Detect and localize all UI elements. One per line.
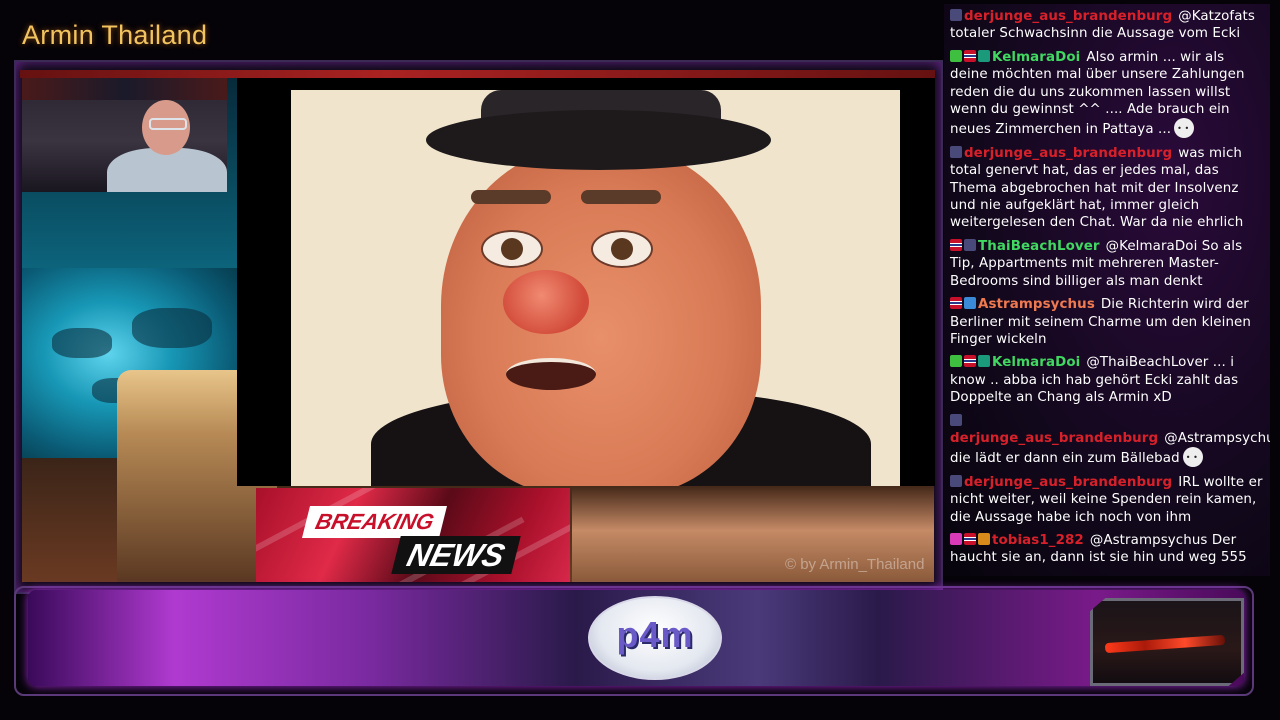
sub-badge-icon [950,145,962,158]
chat-username[interactable]: tobias1_282 [992,533,1084,548]
check-badge-icon [950,355,962,368]
sub-badge-icon [950,413,962,426]
chat-username[interactable]: derjunge_aus_brandenburg [964,9,1172,24]
heart-badge-icon [950,532,962,545]
logo-text: p4m [616,614,694,655]
watermark: © by Armin_Thailand [785,556,925,573]
breaking-label: BREAKING [302,506,448,538]
news-label: NEWS [391,536,521,574]
thai-flag-icon [964,49,976,62]
chat-message: derjunge_aus_brandenburg @Katzofats total… [950,8,1264,43]
cartoon-portrait [291,90,900,486]
chat-panel: derjunge_aus_brandenburg @Katzofats total… [944,4,1270,576]
emote-icon [1174,118,1195,139]
thai-flag-icon [964,532,976,545]
check-badge-icon [950,49,962,62]
chat-username[interactable]: KelmaraDoi [992,50,1080,65]
gift-badge-icon [978,49,990,62]
breaking-news-banner: BREAKING NEWS [256,488,570,582]
top-accent-bar [20,70,935,78]
sub-badge-icon [964,238,976,251]
sub-badge-icon [950,9,962,21]
chat-message: KelmaraDoi @ThaiBeachLover ... i know .. … [950,354,1264,406]
p4m-logo: p4m [588,596,722,680]
sub-badge-icon [950,474,962,487]
chat-username[interactable]: derjunge_aus_brandenburg [964,146,1172,161]
chat-message: KelmaraDoi Also armin ... wir als deine m… [950,49,1264,139]
crown-badge-icon [964,297,976,310]
gift-badge-icon [978,355,990,368]
sun-badge-icon [978,532,990,545]
thai-flag-icon [950,238,962,251]
thai-flag-icon [964,355,976,368]
channel-title: Armin Thailand [22,20,208,50]
mini-preview [1090,598,1244,686]
chat-message: Astrampsychus Die Richterin wird der Berl… [950,296,1264,348]
chat-message: tobias1_282 @Astrampsychus Der haucht sie… [950,532,1264,567]
chat-username[interactable]: derjunge_aus_brandenburg [950,431,1158,446]
chat-username[interactable]: KelmaraDoi [992,355,1080,370]
chat-message: derjunge_aus_brandenburg was mich total g… [950,145,1264,232]
chat-message: derjunge_aus_brandenburg IRL wollte er ni… [950,474,1264,526]
chat-username[interactable]: Astrampsychus [978,297,1095,312]
thai-flag-icon [950,297,962,310]
emote-icon [1182,447,1203,468]
chat-message: ThaiBeachLover @KelmaraDoi So als Tip, Ap… [950,238,1264,290]
chat-username[interactable]: derjunge_aus_brandenburg [964,475,1172,490]
webcam-feed [22,78,227,192]
chat-message: derjunge_aus_brandenburg@Astrampsychus d… [950,413,1270,468]
chat-username[interactable]: ThaiBeachLover [978,239,1100,254]
